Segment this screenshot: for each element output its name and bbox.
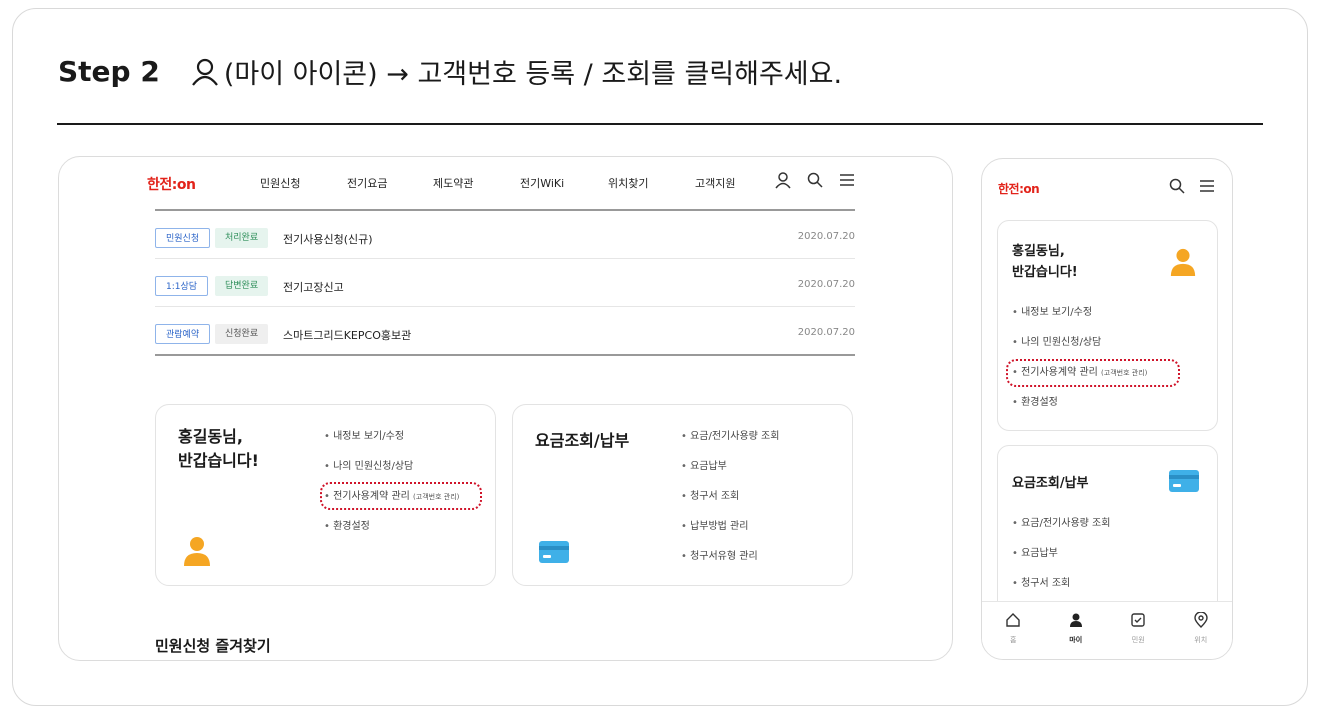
tab-my[interactable]: 마이 — [1045, 602, 1108, 659]
logo[interactable]: 한전:on — [998, 180, 1040, 197]
bill-links: 요금/전기사용량 조회 요금납부 청구서 조회 — [1012, 518, 1110, 608]
bill-links: 요금/전기사용량 조회 요금납부 청구서 조회 납부방법 관리 청구서유형 관리 — [681, 431, 779, 581]
tab-civil[interactable]: 민원 — [1107, 602, 1170, 659]
bill-title: 요금조회/납부 — [535, 431, 630, 450]
step-instruction: (마이 아이콘) → 고객번호 등록 / 조회를 클릭해주세요. — [190, 52, 842, 91]
my-info-card: 홍길동님, 반갑습니다! 내정보 보기/수정 나의 민원신청/상담 전기사용계약… — [155, 404, 496, 586]
row-date: 2020.07.20 — [797, 279, 855, 290]
bill-link[interactable]: 요금납부 — [681, 461, 779, 491]
list-item[interactable]: 민원신청 처리완료 전기사용신청(신규) 2020.07.20 — [155, 211, 855, 259]
status-badge: 처리완료 — [215, 228, 269, 248]
tab-label: 마이 — [1069, 636, 1083, 644]
instruction-text: (마이 아이콘) → 고객번호 등록 / 조회를 클릭해주세요. — [223, 59, 843, 90]
bill-card: 요금조회/납부 요금/전기사용량 조회 요금납부 청구서 조회 — [997, 445, 1218, 625]
my-link[interactable]: 내정보 보기/수정 — [1012, 307, 1147, 337]
mobile-screen: 한전:on 홍길동님, 반갑습니다! 내정보 보기/수정 나의 민원신청/상담 … — [981, 158, 1233, 660]
row-title: 전기고장신고 — [283, 281, 344, 294]
highlight-ring — [1006, 359, 1180, 387]
greeting: 홍길동님, 반갑습니다! — [178, 425, 259, 473]
nav-item[interactable]: 위치찾기 — [608, 175, 648, 191]
search-icon[interactable] — [806, 171, 824, 189]
favorites-title: 민원신청 즐겨찾기 — [155, 637, 271, 655]
my-info-card: 홍길동님, 반갑습니다! 내정보 보기/수정 나의 민원신청/상담 전기사용계약… — [997, 220, 1218, 431]
user-icon — [1069, 613, 1082, 627]
tab-label: 위치 — [1194, 636, 1208, 644]
tab-bar: 홈 마이 민원 위치 — [982, 601, 1232, 659]
bill-link[interactable]: 요금납부 — [1012, 548, 1110, 578]
tab-home[interactable]: 홈 — [982, 602, 1045, 659]
menu-icon[interactable] — [1198, 177, 1216, 195]
card-icon — [539, 541, 569, 563]
category-badge: 1:1상담 — [155, 276, 209, 296]
status-badge: 신청완료 — [215, 324, 269, 344]
my-link[interactable]: 환경설정 — [324, 521, 459, 551]
tab-label: 홈 — [1010, 636, 1017, 644]
avatar-icon — [1170, 248, 1196, 276]
user-icon[interactable] — [774, 171, 792, 189]
checklist-icon — [1131, 613, 1145, 627]
my-link[interactable]: 내정보 보기/수정 — [324, 431, 459, 461]
tab-label: 민원 — [1131, 636, 1145, 644]
greeting-line: 홍길동님, — [178, 427, 243, 446]
bill-link[interactable]: 청구서유형 관리 — [681, 551, 779, 581]
bill-link[interactable]: 요금/전기사용량 조회 — [1012, 518, 1110, 548]
nav-icons — [774, 171, 856, 189]
nav-item[interactable]: 전기요금 — [347, 175, 387, 191]
mobile-nav-icons — [1168, 177, 1216, 195]
divider — [57, 123, 1263, 125]
location-pin-icon — [1194, 611, 1208, 628]
step-header: Step 2 (마이 아이콘) → 고객번호 등록 / 조회를 클릭해주세요. — [58, 52, 842, 91]
list-divider — [155, 354, 855, 356]
row-date: 2020.07.20 — [797, 327, 855, 338]
greeting-line: 반갑습니다! — [1012, 265, 1078, 280]
row-title: 전기사용신청(신규) — [283, 233, 373, 246]
desktop-nav: 한전:on 민원신청 전기요금 제도약관 전기WiKi 위치찾기 고객지원 — [59, 157, 952, 207]
status-badge: 답변완료 — [215, 276, 269, 296]
search-icon[interactable] — [1168, 177, 1186, 195]
list-item[interactable]: 1:1상담 답변완료 전기고장신고 2020.07.20 — [155, 259, 855, 307]
user-icon — [191, 58, 218, 86]
home-icon — [1006, 613, 1020, 627]
bill-link[interactable]: 청구서 조회 — [681, 491, 779, 521]
bill-link[interactable]: 납부방법 관리 — [681, 521, 779, 551]
card-icon — [1169, 470, 1199, 492]
tab-location[interactable]: 위치 — [1170, 602, 1233, 659]
nav-item[interactable]: 전기WiKi — [520, 175, 564, 191]
list-item[interactable]: 관람예약 신청완료 스마트그리드KEPCO홍보관 2020.07.20 — [155, 307, 855, 355]
row-date: 2020.07.20 — [797, 231, 855, 242]
nav-item[interactable]: 제도약관 — [433, 175, 473, 191]
desktop-screen: 한전:on 민원신청 전기요금 제도약관 전기WiKi 위치찾기 고객지원 민원… — [58, 156, 953, 661]
greeting-line: 반갑습니다! — [178, 451, 259, 470]
nav-item[interactable]: 민원신청 — [260, 175, 300, 191]
highlight-ring — [320, 482, 482, 510]
nav-item[interactable]: 고객지원 — [695, 175, 735, 191]
bill-title: 요금조회/납부 — [1012, 476, 1089, 491]
logo[interactable]: 한전:on — [147, 174, 196, 194]
my-link[interactable]: 환경설정 — [1012, 397, 1147, 427]
category-badge: 관람예약 — [155, 324, 211, 344]
step-label: Step 2 — [58, 55, 160, 88]
greeting: 홍길동님, 반갑습니다! — [1012, 241, 1078, 283]
avatar-icon — [184, 537, 210, 566]
greeting-line: 홍길동님, — [1012, 244, 1065, 259]
bill-card: 요금조회/납부 요금/전기사용량 조회 요금납부 청구서 조회 납부방법 관리 … — [512, 404, 853, 586]
category-badge: 민원신청 — [155, 228, 211, 248]
bill-link[interactable]: 요금/전기사용량 조회 — [681, 431, 779, 461]
row-title: 스마트그리드KEPCO홍보관 — [283, 329, 412, 342]
menu-icon[interactable] — [838, 171, 856, 189]
